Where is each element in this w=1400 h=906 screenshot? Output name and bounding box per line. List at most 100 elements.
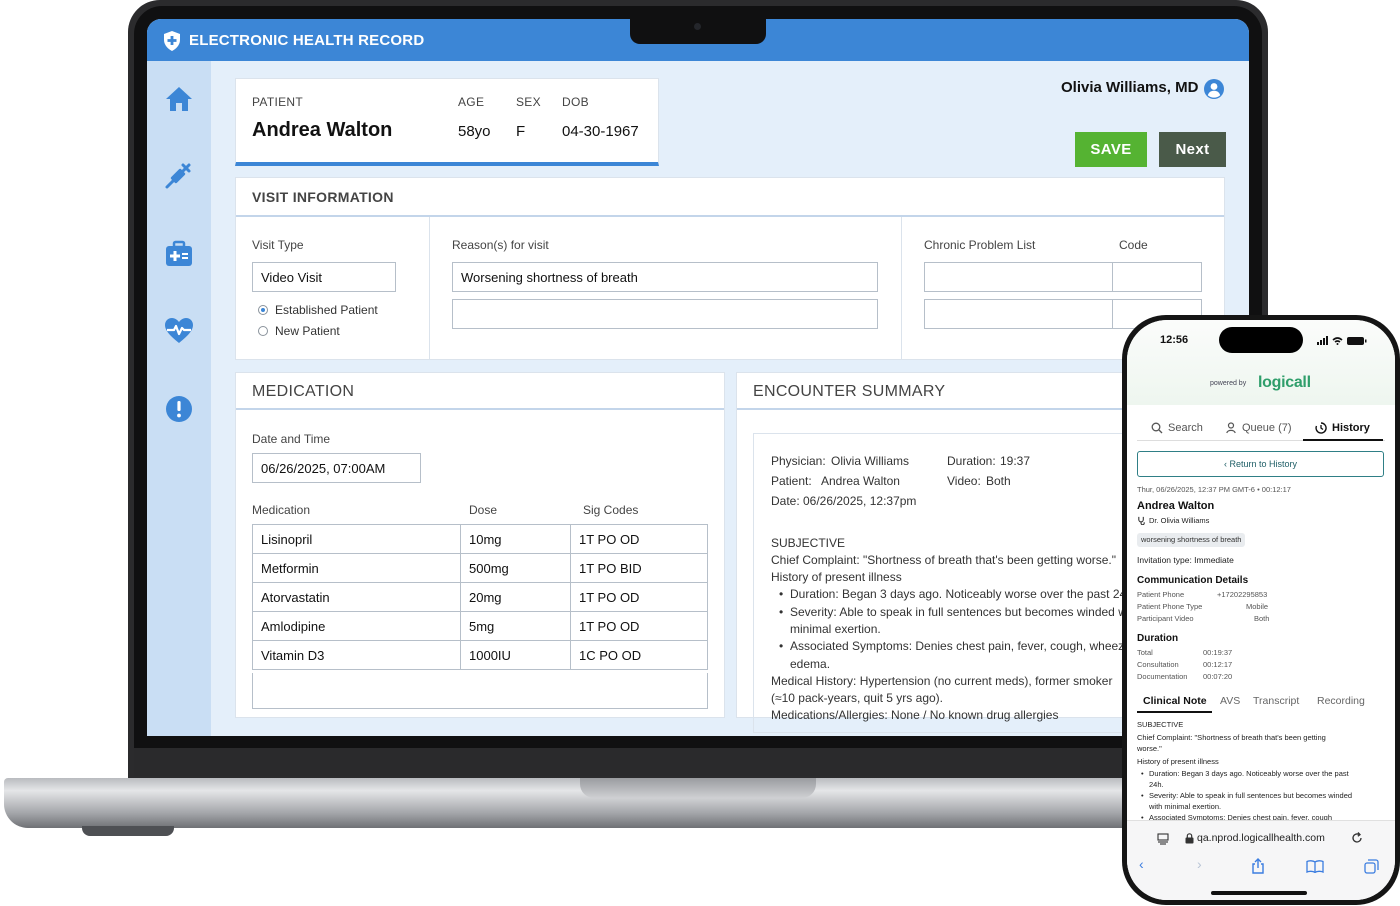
return-to-history-button[interactable]: ‹ Return to History [1137, 451, 1384, 477]
detail-value: Both [1254, 614, 1270, 623]
next-button[interactable]: Next [1159, 132, 1226, 167]
reason-input-2[interactable] [452, 299, 878, 329]
chronic-problem-input-1[interactable] [924, 262, 1114, 292]
shield-icon [164, 31, 180, 51]
ehr-screen: ELECTRONIC HEALTH RECORD PATIENT AGE SEX… [147, 19, 1249, 736]
communication-details-heading: Communication Details [1137, 575, 1249, 586]
bullet-icon: • [1141, 791, 1144, 800]
sig-code-cell[interactable]: 1T PO BID [570, 553, 708, 583]
sig-code-cell[interactable]: 1C PO OD [570, 640, 708, 670]
note-chief-complaint: Chief Complaint: "Shortness of breath th… [1137, 733, 1326, 742]
tab-search[interactable]: Search [1168, 422, 1203, 434]
dose-cell[interactable]: 10mg [460, 524, 571, 554]
table-row: Lisinopril 10mg 1T PO OD [252, 524, 708, 554]
phone-screen: 12:56 powered by logicall Search Queue (… [1127, 320, 1395, 900]
duration-value: 00:12:17 [1203, 660, 1233, 669]
powered-by-label: powered by [1210, 380, 1247, 387]
subtab-transcript[interactable]: Transcript [1253, 695, 1299, 707]
sig-code-cell[interactable]: 1T PO OD [570, 582, 708, 612]
alert-icon[interactable] [163, 393, 195, 425]
lock-icon [1185, 833, 1194, 844]
detail-label: Patient Phone [1137, 590, 1185, 599]
laptop-opening-notch [580, 778, 816, 798]
duration-value: 19:37 [1000, 454, 1031, 468]
reason-label: Reason(s) for visit [452, 238, 549, 252]
detail-label: Participant Video [1137, 614, 1194, 623]
note-severity-cont: with minimal exertion. [1149, 802, 1222, 811]
user-name: Olivia Williams, MD [1061, 79, 1199, 96]
dose-cell[interactable]: 5mg [460, 611, 571, 641]
duration-label: Total [1137, 648, 1153, 657]
dob-label: DOB [562, 95, 589, 109]
tab-history[interactable]: History [1332, 422, 1370, 434]
syringe-icon[interactable] [163, 159, 195, 191]
medication-name-cell[interactable]: Amlodipine [252, 611, 461, 641]
subtab-clinical-note[interactable]: Clinical Note [1143, 695, 1207, 707]
medication-name-cell[interactable]: Atorvastatin [252, 582, 461, 612]
encounter-summary-title: ENCOUNTER SUMMARY [753, 383, 946, 400]
tab-queue[interactable]: Queue (7) [1242, 422, 1292, 434]
visit-type-select[interactable]: Video Visit [252, 262, 396, 292]
home-icon[interactable] [163, 83, 195, 115]
empty-medication-row[interactable] [252, 673, 708, 709]
visit-timestamp: Thur, 06/26/2025, 12:37 PM GMT-6 • 00:12… [1137, 485, 1291, 494]
medication-name-cell[interactable]: Vitamin D3 [252, 640, 461, 670]
medication-name-cell[interactable]: Lisinopril [252, 524, 461, 554]
medical-kit-icon[interactable] [163, 238, 195, 270]
detail-value: +17202295853 [1217, 590, 1268, 599]
active-subtab-indicator [1137, 711, 1212, 713]
reload-icon[interactable] [1351, 832, 1363, 844]
share-icon[interactable] [1251, 858, 1265, 874]
dose-cell[interactable]: 1000IU [460, 640, 571, 670]
url-field[interactable]: qa.nprod.logicallhealth.com [1197, 832, 1325, 844]
user-avatar-icon[interactable] [1203, 78, 1225, 100]
bookmarks-icon[interactable] [1306, 860, 1324, 873]
page-menu-icon[interactable] [1157, 833, 1169, 845]
established-patient-radio[interactable] [258, 305, 268, 315]
physician-value: Olivia Williams [831, 454, 909, 468]
heart-pulse-icon[interactable] [163, 315, 195, 347]
note-duration: Duration: Began 3 days ago. Noticeably w… [1149, 769, 1349, 778]
app-title: ELECTRONIC HEALTH RECORD [189, 32, 425, 49]
brand-logo: logicall [1258, 374, 1311, 391]
medical-history: Medical History: Hypertension (no curren… [771, 674, 1113, 688]
section-divider [236, 215, 1224, 217]
date-time-input[interactable]: 06/26/2025, 07:00AM [252, 453, 421, 483]
visit-type-label: Visit Type [252, 238, 304, 252]
back-icon[interactable]: ‹ [1139, 856, 1144, 872]
chronic-problem-input-2[interactable] [924, 299, 1114, 329]
stethoscope-icon [1138, 516, 1145, 525]
section-divider [236, 408, 724, 410]
reason-input-1[interactable]: Worsening shortness of breath [452, 262, 878, 292]
code-label: Code [1119, 238, 1148, 252]
save-button[interactable]: SAVE [1075, 132, 1147, 167]
new-patient-radio[interactable] [258, 326, 268, 336]
code-input-1[interactable] [1112, 262, 1202, 292]
subjective-heading: SUBJECTIVE [771, 536, 846, 550]
medication-name-cell[interactable]: Metformin [252, 553, 461, 583]
subtab-recording[interactable]: Recording [1317, 695, 1365, 707]
medication-table: Lisinopril 10mg 1T PO OD Metformin 500mg… [252, 524, 708, 670]
tabs-icon[interactable] [1364, 859, 1379, 874]
sig-code-cell[interactable]: 1T PO OD [570, 611, 708, 641]
medication-card: MEDICATION Date and Time 06/26/2025, 07:… [235, 372, 725, 718]
dose-cell[interactable]: 500mg [460, 553, 571, 583]
forward-icon[interactable]: › [1197, 856, 1202, 872]
subtab-avs[interactable]: AVS [1220, 695, 1240, 707]
table-row: Amlodipine 5mg 1T PO OD [252, 611, 708, 641]
dose-cell[interactable]: 20mg [460, 582, 571, 612]
doctor-name: Dr. Olivia Williams [1149, 516, 1210, 525]
duration-label: Documentation [1137, 672, 1188, 681]
sig-code-cell[interactable]: 1T PO OD [570, 524, 708, 554]
patient-name: Andrea Walton [252, 119, 393, 141]
patient-card: PATIENT AGE SEX DOB Andrea Walton 58yo F… [235, 78, 659, 166]
medical-history-cont: (≈10 pack-years, quit 5 yrs ago). [771, 691, 943, 705]
duration-heading: Duration [1137, 633, 1179, 644]
laptop-hinge [134, 748, 1262, 776]
column-divider [901, 217, 902, 360]
detail-label: Patient Phone Type [1137, 602, 1203, 611]
note-hpi: History of present illness [1137, 757, 1219, 766]
hpi-severity: Severity: Able to speak in full sentence… [790, 605, 1140, 619]
table-row: Metformin 500mg 1T PO BID [252, 553, 708, 583]
video-label: Video: [947, 474, 981, 488]
